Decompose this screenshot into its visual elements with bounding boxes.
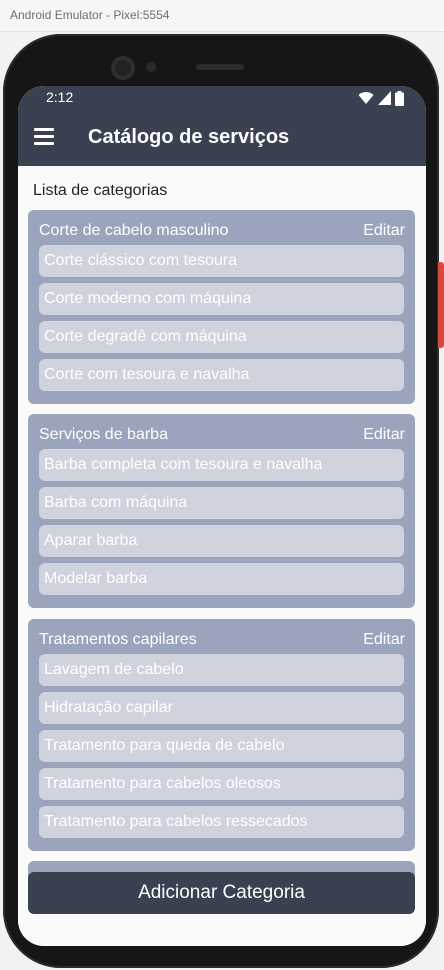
service-label: Hidratação capilar (44, 699, 173, 716)
service-item[interactable]: Tratamento para queda de cabelo (39, 730, 404, 762)
phone-screen: 2:12 Catálogo de serviços Lista de categ… (18, 86, 426, 946)
category-name: Tratamentos capilares (39, 631, 197, 648)
signal-icon (378, 91, 391, 105)
list-heading: Lista de categorias (33, 182, 168, 199)
service-item[interactable]: Barba com máquina (39, 487, 404, 519)
service-item[interactable]: Lavagem de cabelo (39, 654, 404, 686)
add-category-button[interactable]: Adicionar Categoria (28, 872, 415, 914)
category-card: Serviços de barba Editar Barba completa … (28, 414, 415, 608)
service-item[interactable]: Corte com tesoura e navalha (39, 359, 404, 391)
wifi-icon (358, 92, 374, 104)
service-item[interactable]: Aparar barba (39, 525, 404, 557)
service-label: Corte degradê com máquina (44, 328, 247, 345)
earpiece-speaker (196, 64, 244, 70)
service-item[interactable]: Corte degradê com máquina (39, 321, 404, 353)
service-label: Modelar barba (44, 570, 148, 587)
add-category-button-label: Adicionar Categoria (138, 882, 305, 903)
edit-category-button[interactable]: Editar (363, 631, 405, 649)
service-label: Aparar barba (44, 532, 138, 549)
service-label: Barba com máquina (44, 494, 188, 511)
service-item[interactable]: Hidratação capilar (39, 692, 404, 724)
proximity-sensor-icon (146, 62, 156, 72)
service-item[interactable]: Corte clássico com tesoura (39, 245, 404, 277)
category-card: Corte de cabelo masculino Editar Corte c… (28, 210, 415, 404)
service-item[interactable]: Tratamento para cabelos ressecados (39, 806, 404, 838)
service-item[interactable]: Tratamento para cabelos oleosos (39, 768, 404, 800)
category-card: Tratamentos capilares Editar Lavagem de … (28, 619, 415, 851)
front-camera-icon (111, 56, 135, 80)
service-label: Corte com tesoura e navalha (44, 366, 250, 383)
category-name: Corte de cabelo masculino (39, 222, 229, 239)
service-label: Tratamento para cabelos ressecados (44, 813, 308, 830)
service-label: Corte moderno com máquina (44, 290, 252, 307)
category-list-content[interactable]: Lista de categorias Corte de cabelo masc… (18, 166, 426, 946)
service-label: Barba completa com tesoura e navalha (44, 456, 323, 473)
service-label: Corte clássico com tesoura (44, 252, 237, 269)
app-bar: Catálogo de serviços (18, 110, 426, 166)
service-item[interactable]: Modelar barba (39, 563, 404, 595)
page-title: Catálogo de serviços (88, 126, 290, 148)
category-name: Serviços de barba (39, 426, 168, 443)
hamburger-menu-icon[interactable] (34, 128, 54, 148)
status-icons (358, 90, 404, 106)
status-time: 2:12 (46, 89, 74, 105)
power-button[interactable] (438, 262, 444, 348)
emulator-window-title: Android Emulator - Pixel:5554 (10, 8, 170, 22)
service-item[interactable]: Corte moderno com máquina (39, 283, 404, 315)
battery-icon (395, 90, 404, 106)
edit-category-button[interactable]: Editar (363, 222, 405, 240)
service-label: Tratamento para cabelos oleosos (44, 775, 281, 792)
service-item[interactable]: Barba completa com tesoura e navalha (39, 449, 404, 481)
edit-category-button[interactable]: Editar (363, 426, 405, 444)
service-label: Tratamento para queda de cabelo (44, 737, 285, 754)
service-label: Lavagem de cabelo (44, 661, 184, 678)
emulator-title-bar: Android Emulator - Pixel:5554 (0, 0, 444, 32)
status-bar: 2:12 (18, 86, 426, 110)
